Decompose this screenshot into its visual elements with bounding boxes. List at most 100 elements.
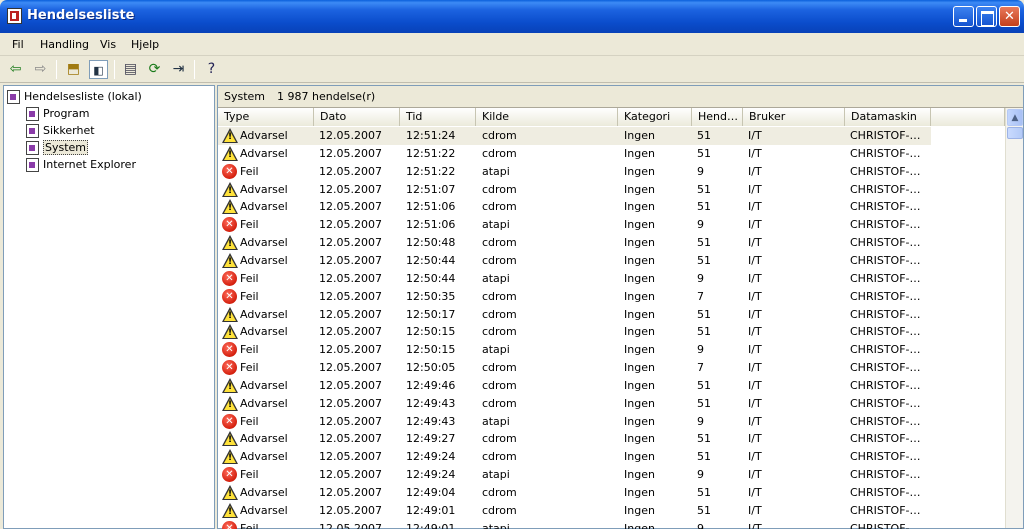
menu-vis[interactable]: Vis — [100, 38, 116, 51]
table-row[interactable]: ! Advarsel 12.05.2007 12:49:43 cdrom Ingen 51 I… — [218, 395, 931, 413]
table-row[interactable]: ! Advarsel 12.05.2007 12:50:48 cdrom Ingen 51 I… — [218, 234, 931, 252]
refresh-icon[interactable]: ⟳ — [145, 60, 164, 79]
up-folder-icon[interactable]: ⬒ — [64, 60, 83, 79]
table-row[interactable]: ! Advarsel 12.05.2007 12:50:17 cdrom Ingen 51 I… — [218, 306, 931, 324]
cell-dato: 12.05.2007 — [319, 486, 382, 499]
table-row[interactable]: ! Advarsel 12.05.2007 12:50:44 cdrom Ingen 51 I… — [218, 252, 931, 270]
cell-kategori: Ingen — [624, 253, 655, 267]
tree-item-internet-explorer[interactable]: Internet Explorer — [26, 157, 136, 173]
cell-kilde: cdrom — [482, 503, 517, 517]
cell-kilde: atapi — [482, 414, 510, 428]
close-button[interactable] — [999, 6, 1020, 27]
column-header-bruker[interactable]: Bruker — [743, 108, 845, 126]
toolbar-separator — [194, 60, 195, 79]
forward-arrow-icon[interactable]: ⇨ — [31, 60, 50, 79]
table-row[interactable]: ! Advarsel 12.05.2007 12:49:46 cdrom Ingen 51 I… — [218, 377, 931, 395]
tree-root[interactable]: Hendelsesliste (lokal) — [7, 89, 142, 105]
scroll-up-arrow-icon[interactable]: ▲ — [1007, 109, 1023, 126]
warning-icon: ! — [222, 128, 238, 144]
event-log-icon — [26, 158, 39, 172]
tree-item-sikkerhet[interactable]: Sikkerhet — [26, 123, 95, 139]
cell-hendelse: 7 — [697, 361, 704, 375]
cell-hendelse: 51 — [697, 378, 711, 392]
table-row[interactable]: ✕ Feil 12.05.2007 12:50:44 atapi Ingen 9 I/T CHR… — [218, 270, 931, 288]
error-icon: ✕ — [222, 288, 237, 304]
table-row[interactable]: ! Advarsel 12.05.2007 12:50:15 cdrom Ingen 51 I… — [218, 323, 931, 341]
tree-item-program[interactable]: Program — [26, 106, 89, 122]
scroll-thumb[interactable] — [1007, 127, 1023, 139]
cell-tid: 12:50:05 — [406, 361, 456, 375]
show-hide-tree-icon[interactable]: ◧ — [89, 60, 108, 79]
cell-tid: 12:51:07 — [406, 182, 456, 196]
menu-handling[interactable]: Handling — [40, 38, 89, 51]
cell-datamaskin: CHRISTOF-… — [850, 200, 921, 214]
cell-bruker: I/T — [748, 271, 762, 285]
table-row[interactable]: ! Advarsel 12.05.2007 12:49:01 cdrom Ingen 51 I… — [218, 502, 931, 520]
cell-hendelse: 51 — [697, 396, 711, 410]
cell-type: Feil — [240, 414, 259, 428]
cell-hendelse: 51 — [697, 146, 711, 160]
menu-hjelp[interactable]: Hjelp — [131, 38, 159, 51]
table-row[interactable]: ! Advarsel 12.05.2007 12:49:27 cdrom Ingen 51 I… — [218, 430, 931, 448]
cell-tid: 12:50:15 — [406, 343, 456, 357]
table-row[interactable]: ! Advarsel 12.05.2007 12:49:24 cdrom Ingen 51 I… — [218, 448, 931, 466]
table-row[interactable]: ✕ Feil 12.05.2007 12:51:06 atapi Ingen 9 I/T CHR… — [218, 216, 931, 234]
tree-item-system[interactable]: System — [26, 140, 89, 156]
cell-kategori: Ingen — [624, 236, 655, 250]
table-row[interactable]: ! Advarsel 12.05.2007 12:51:24 cdrom Ingen 51 I… — [218, 127, 931, 145]
help-icon[interactable]: ? — [202, 60, 221, 79]
column-header-datamaskin[interactable]: Datamaskin — [845, 108, 931, 126]
cell-kilde: cdrom — [482, 378, 517, 392]
cell-bruker: I/T — [748, 361, 762, 375]
table-row[interactable]: ✕ Feil 12.05.2007 12:51:22 atapi Ingen 9 I/T CHR… — [218, 163, 931, 181]
cell-kilde: atapi — [482, 218, 510, 232]
column-header-kategori[interactable]: Kategori — [618, 108, 692, 126]
column-header-kilde[interactable]: Kilde — [476, 108, 618, 126]
vertical-scrollbar[interactable]: ▲ — [1005, 108, 1023, 528]
event-count: 1 987 hendelse(r) — [277, 90, 376, 103]
cell-type: Feil — [240, 361, 259, 375]
table-row[interactable]: ✕ Feil 12.05.2007 12:50:05 cdrom Ingen 7 I/T CHR… — [218, 359, 931, 377]
table-row[interactable]: ✕ Feil 12.05.2007 12:50:35 cdrom Ingen 7 I/T CHR… — [218, 288, 931, 306]
cell-type: Advarsel — [240, 396, 288, 410]
cell-hendelse: 51 — [697, 325, 711, 339]
properties-icon[interactable]: ▤ — [121, 60, 140, 79]
event-viewer-app-icon[interactable] — [7, 8, 22, 24]
title-bar[interactable]: Hendelsesliste — [0, 0, 1024, 33]
column-header-tid[interactable]: Tid — [400, 108, 476, 126]
back-arrow-icon[interactable]: ⇦ — [6, 60, 25, 79]
cell-dato: 12.05.2007 — [319, 378, 382, 392]
cell-dato: 12.05.2007 — [319, 432, 382, 446]
cell-datamaskin: CHRISTOF-… — [850, 486, 921, 499]
menu-fil[interactable]: Fil — [12, 38, 24, 51]
maximize-button[interactable] — [976, 6, 997, 27]
table-row[interactable]: ✕ Feil 12.05.2007 12:49:24 atapi Ingen 9 I/T CHR… — [218, 466, 931, 484]
table-row[interactable]: ! Advarsel 12.05.2007 12:51:22 cdrom Ingen 51 I… — [218, 145, 931, 163]
table-row[interactable]: ! Advarsel 12.05.2007 12:51:06 cdrom Ingen 51 I… — [218, 198, 931, 216]
cell-bruker: I/T — [748, 253, 762, 267]
table-row[interactable]: ✕ Feil 12.05.2007 12:49:01 atapi Ingen 9 I/T CHR… — [218, 520, 931, 529]
error-icon: ✕ — [222, 360, 237, 376]
event-log-icon — [26, 124, 39, 138]
toolbar: ⇦ ⇨ ⬒ ◧ ▤ ⟳ ⇥ ? — [0, 57, 1024, 83]
cell-datamaskin: CHRISTOF-… — [850, 521, 921, 529]
cell-datamaskin: CHRISTOF-… — [850, 271, 921, 285]
cell-bruker: I/T — [748, 432, 762, 446]
column-header-dato[interactable]: Dato — [314, 108, 400, 126]
cell-bruker: I/T — [748, 396, 762, 410]
minimize-button[interactable] — [953, 6, 974, 27]
cell-kilde: cdrom — [482, 325, 517, 339]
export-list-icon[interactable]: ⇥ — [169, 60, 188, 79]
cell-dato: 12.05.2007 — [319, 129, 382, 142]
table-row[interactable]: ✕ Feil 12.05.2007 12:49:43 atapi Ingen 9 I/T CHR… — [218, 413, 931, 431]
cell-bruker: I/T — [748, 218, 762, 232]
cell-type: Advarsel — [240, 432, 288, 446]
column-header-type[interactable]: Type — [218, 108, 314, 126]
error-icon: ✕ — [222, 217, 237, 233]
column-header-hendelse[interactable]: Hend… — [692, 108, 743, 126]
table-row[interactable]: ✕ Feil 12.05.2007 12:50:15 atapi Ingen 9 I/T CHR… — [218, 341, 931, 359]
cell-dato: 12.05.2007 — [319, 325, 382, 339]
table-row[interactable]: ! Advarsel 12.05.2007 12:51:07 cdrom Ingen 51 I… — [218, 181, 931, 199]
table-row[interactable]: ! Advarsel 12.05.2007 12:49:04 cdrom Ingen 51 I… — [218, 484, 931, 502]
cell-datamaskin: CHRISTOF-… — [850, 218, 921, 232]
